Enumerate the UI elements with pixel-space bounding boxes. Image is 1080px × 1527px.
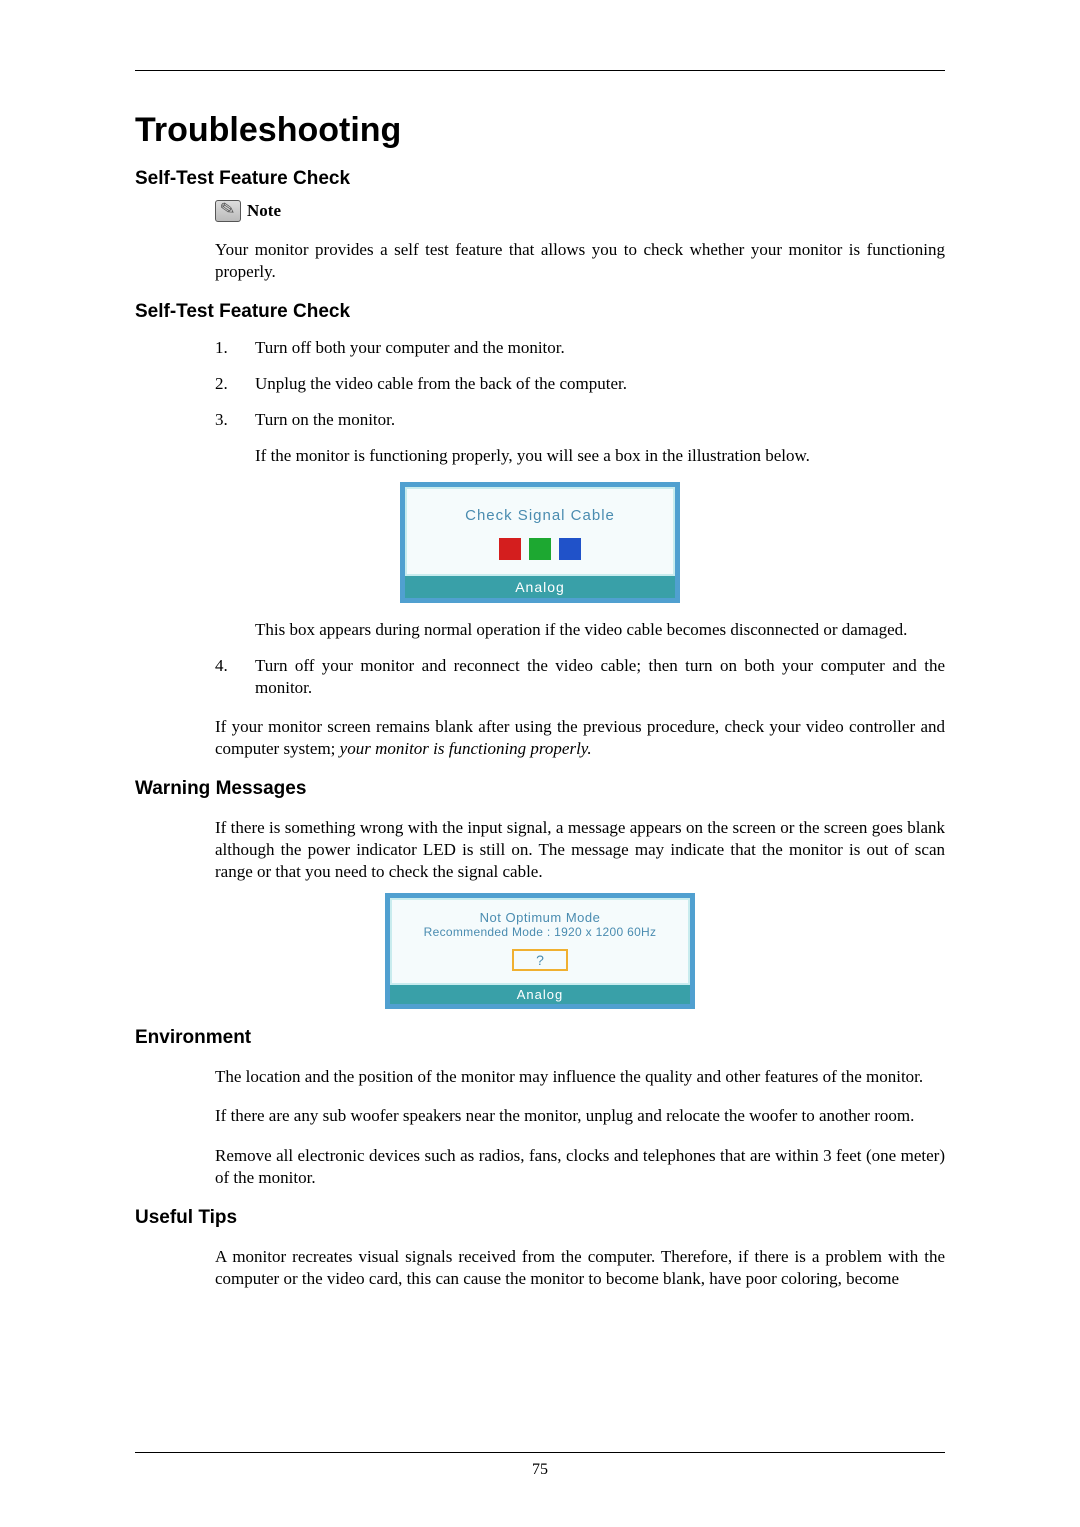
list-item: 3. Turn on the monitor. (215, 409, 945, 431)
tips-p1: A monitor recreates visual signals recei… (215, 1246, 945, 1290)
illus-footer-bar: Analog (405, 576, 675, 598)
page-footer: 75 (135, 1442, 945, 1479)
list-text: Turn on the monitor. (255, 409, 945, 431)
section-heading-tips: Useful Tips (135, 1207, 945, 1229)
illus-line1: Not Optimum Mode (400, 910, 680, 925)
list-number: 1. (215, 337, 255, 359)
illus-inner-panel: Not Optimum Mode Recommended Mode : 1920… (390, 898, 690, 985)
after-illus-text: This box appears during normal operation… (255, 619, 945, 641)
warning-body-text: If there is something wrong with the inp… (215, 817, 945, 883)
ordered-list: 1. Turn off both your computer and the m… (215, 337, 945, 431)
illus-message: Check Signal Cable (417, 507, 663, 524)
note-callout: Note (215, 200, 945, 222)
section-heading-warning: Warning Messages (135, 778, 945, 800)
illus-question-box: ? (512, 949, 568, 971)
list-number: 2. (215, 373, 255, 395)
bottom-rule (135, 1452, 945, 1453)
section-heading-environment: Environment (135, 1027, 945, 1049)
list-item: 1. Turn off both your computer and the m… (215, 337, 945, 359)
illus-footer-bar: Analog (390, 985, 690, 1004)
illus-line2: Recommended Mode : 1920 x 1200 60Hz (400, 925, 680, 939)
list-number: 3. (215, 409, 255, 431)
illus-outer-frame: Not Optimum Mode Recommended Mode : 1920… (385, 893, 695, 1009)
green-square-icon (529, 538, 551, 560)
illus-inner-panel: Check Signal Cable (405, 487, 675, 576)
red-square-icon (499, 538, 521, 560)
environment-p2: If there are any sub woofer speakers nea… (215, 1105, 945, 1127)
list-item: 4. Turn off your monitor and reconnect t… (215, 655, 945, 699)
list-item: 2. Unplug the video cable from the back … (215, 373, 945, 395)
illustration-check-signal-cable: Check Signal Cable Analog (400, 482, 680, 603)
list-number: 4. (215, 655, 255, 699)
page-title: Troubleshooting (135, 111, 945, 150)
page-number: 75 (135, 1461, 945, 1479)
rgb-squares (417, 538, 663, 560)
note-body-text: Your monitor provides a self test featur… (215, 239, 945, 283)
section-heading-selftest-intro: Self-Test Feature Check (135, 168, 945, 190)
document-page: Troubleshooting Self-Test Feature Check … (0, 0, 1080, 1527)
blue-square-icon (559, 538, 581, 560)
environment-p1: The location and the position of the mon… (215, 1066, 945, 1088)
closing-paragraph: If your monitor screen remains blank aft… (215, 716, 945, 760)
illustration-not-optimum-mode: Not Optimum Mode Recommended Mode : 1920… (385, 893, 695, 1009)
note-icon (215, 200, 241, 222)
section-heading-selftest-steps: Self-Test Feature Check (135, 301, 945, 323)
step-followup-text: If the monitor is functioning properly, … (255, 445, 945, 467)
closing-italic: your monitor is functioning properly. (340, 739, 592, 758)
illus-outer-frame: Check Signal Cable Analog (400, 482, 680, 603)
ordered-list-continued: 4. Turn off your monitor and reconnect t… (215, 655, 945, 699)
top-rule (135, 70, 945, 71)
list-text: Turn off both your computer and the moni… (255, 337, 945, 359)
list-text: Turn off your monitor and reconnect the … (255, 655, 945, 699)
list-text: Unplug the video cable from the back of … (255, 373, 945, 395)
note-label: Note (247, 201, 281, 221)
environment-p3: Remove all electronic devices such as ra… (215, 1145, 945, 1189)
